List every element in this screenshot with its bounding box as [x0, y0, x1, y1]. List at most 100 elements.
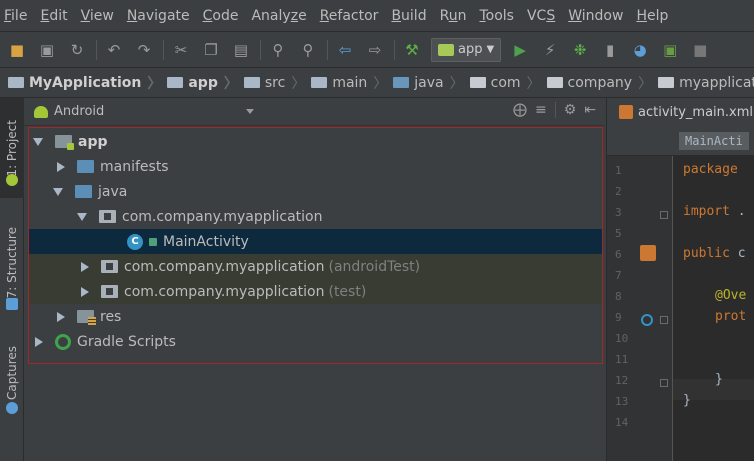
package-icon: [546, 77, 563, 88]
menu-file[interactable]: File: [4, 8, 27, 24]
resources-folder-icon: [77, 310, 96, 325]
tree-node-mainactivity[interactable]: C MainActivity: [29, 229, 602, 254]
run-configuration-select[interactable]: app ▼: [431, 37, 502, 62]
chevron-right-icon: 〉: [223, 75, 238, 92]
line-number-gutter: 1 2 3 5 6 7 8 9 10 11 12 13 14: [607, 156, 673, 461]
line-number: 13: [615, 395, 629, 408]
line-number: 6: [615, 248, 622, 261]
chevron-right-icon: 〉: [291, 75, 306, 92]
editor-tab-activity-main[interactable]: activity_main.xml: [607, 98, 754, 126]
line-number: 11: [615, 353, 629, 366]
package-icon: [469, 77, 486, 88]
gradle-icon: [55, 333, 71, 350]
scroll-from-source-icon[interactable]: ⨁: [513, 102, 527, 118]
line-number: 9: [615, 311, 622, 324]
menu-build[interactable]: Build: [391, 8, 426, 24]
stop-icon[interactable]: ■: [689, 39, 711, 61]
breadcrumb-module[interactable]: app 〉: [167, 73, 244, 93]
tree-node-java[interactable]: java: [29, 179, 602, 204]
fold-marker-icon[interactable]: [660, 211, 668, 219]
tree-node-package-test[interactable]: com.company.myapplication (test): [29, 279, 602, 304]
toolbar-divider: [96, 39, 97, 60]
apply-changes-icon[interactable]: ⚡: [539, 39, 561, 61]
folder-icon: [77, 160, 94, 173]
menu-vcs[interactable]: VCS: [527, 8, 555, 24]
gear-icon[interactable]: ⚙: [564, 102, 577, 118]
collapse-all-icon[interactable]: ≡: [535, 102, 547, 118]
debug-icon[interactable]: ❉: [569, 39, 591, 61]
cut-icon[interactable]: ✂: [170, 39, 192, 61]
fold-marker-icon[interactable]: [660, 316, 668, 324]
tab-captures-label: Captures: [5, 346, 19, 400]
redo-icon[interactable]: ↷: [133, 39, 155, 61]
menu-window[interactable]: Window: [568, 8, 623, 24]
expand-arrow-icon[interactable]: [53, 187, 63, 196]
editor-tab-label: activity_main.xml: [638, 104, 754, 120]
forward-icon[interactable]: ⇨: [364, 39, 386, 61]
toolbar-divider: [260, 39, 261, 60]
hide-panel-icon[interactable]: ⇤: [584, 102, 596, 118]
package-icon: [101, 285, 118, 298]
editor-breadcrumb[interactable]: MainActi: [607, 126, 754, 156]
breadcrumb-company[interactable]: company 〉: [546, 73, 659, 93]
breadcrumb-main[interactable]: main 〉: [311, 73, 393, 93]
expand-arrow-icon[interactable]: [33, 137, 43, 146]
related-xml-icon[interactable]: [640, 245, 656, 261]
chevron-right-icon: 〉: [449, 75, 464, 92]
back-icon[interactable]: ⇦: [334, 39, 356, 61]
navigation-breadcrumb: MyApplication 〉 app 〉 src 〉 main 〉 java 〉 com…: [0, 68, 754, 98]
paste-icon[interactable]: ▤: [230, 39, 252, 61]
run-icon[interactable]: ▶: [509, 39, 531, 61]
collapse-arrow-icon[interactable]: [57, 161, 65, 172]
profile-icon[interactable]: ◕: [629, 39, 651, 61]
override-marker-icon[interactable]: [641, 314, 653, 326]
menu-analyze[interactable]: Analyze: [251, 8, 306, 24]
collapse-arrow-icon[interactable]: [81, 286, 89, 297]
breadcrumb-src[interactable]: src 〉: [243, 73, 311, 93]
menu-edit[interactable]: Edit: [40, 8, 67, 24]
tree-node-res[interactable]: res: [29, 304, 602, 329]
tree-node-manifests[interactable]: manifests: [29, 154, 602, 179]
replace-icon[interactable]: ⚲: [297, 39, 319, 61]
collapse-arrow-icon[interactable]: [81, 261, 89, 272]
copy-icon[interactable]: ❐: [200, 39, 222, 61]
breadcrumb-java[interactable]: java 〉: [393, 73, 469, 93]
breadcrumb-com[interactable]: com 〉: [469, 73, 547, 93]
chevron-down-icon: [246, 109, 254, 114]
coverage-icon[interactable]: ▮: [599, 39, 621, 61]
toolbar-divider: [394, 39, 395, 60]
menu-refactor[interactable]: Refactor: [320, 8, 379, 24]
undo-icon[interactable]: ↶: [103, 39, 125, 61]
tree-node-gradle-scripts[interactable]: Gradle Scripts: [29, 329, 602, 354]
tab-structure[interactable]: 7: Structure: [0, 218, 24, 308]
breadcrumb-project[interactable]: MyApplication 〉: [8, 73, 167, 93]
collapse-arrow-icon[interactable]: [35, 336, 43, 347]
expand-arrow-icon[interactable]: [77, 212, 87, 221]
tab-captures[interactable]: Captures: [0, 338, 24, 408]
open-folder-icon[interactable]: ■: [6, 39, 28, 61]
fold-marker-icon[interactable]: [660, 379, 668, 387]
save-all-icon[interactable]: ▣: [36, 39, 58, 61]
toolbar-divider: [327, 39, 328, 60]
collapse-arrow-icon[interactable]: [57, 311, 65, 322]
menu-navigate[interactable]: Navigate: [127, 8, 190, 24]
menu-help[interactable]: Help: [636, 8, 668, 24]
attach-debugger-icon[interactable]: ▣: [659, 39, 681, 61]
menu-run[interactable]: Run: [440, 8, 467, 24]
make-project-icon[interactable]: ⚒: [401, 39, 423, 61]
find-icon[interactable]: ⚲: [267, 39, 289, 61]
lock-icon: [149, 237, 157, 246]
tree-node-package-main[interactable]: com.company.myapplication: [29, 204, 602, 229]
tree-node-package-androidtest[interactable]: com.company.myapplication (androidTest): [29, 254, 602, 279]
class-icon: C: [127, 233, 143, 250]
menu-code[interactable]: Code: [203, 8, 239, 24]
sync-icon[interactable]: ↻: [66, 39, 88, 61]
tree-node-app[interactable]: app: [29, 129, 602, 154]
breadcrumb-myapplication[interactable]: myapplication〉: [658, 73, 754, 93]
menu-view[interactable]: View: [81, 8, 114, 24]
menu-tools[interactable]: Tools: [479, 8, 514, 24]
toolbar-divider: [163, 39, 164, 60]
android-app-icon: [438, 43, 454, 56]
code-area[interactable]: package import . public c @Ove prot } }: [673, 156, 754, 461]
tab-project-label: 1: Project: [5, 119, 19, 177]
